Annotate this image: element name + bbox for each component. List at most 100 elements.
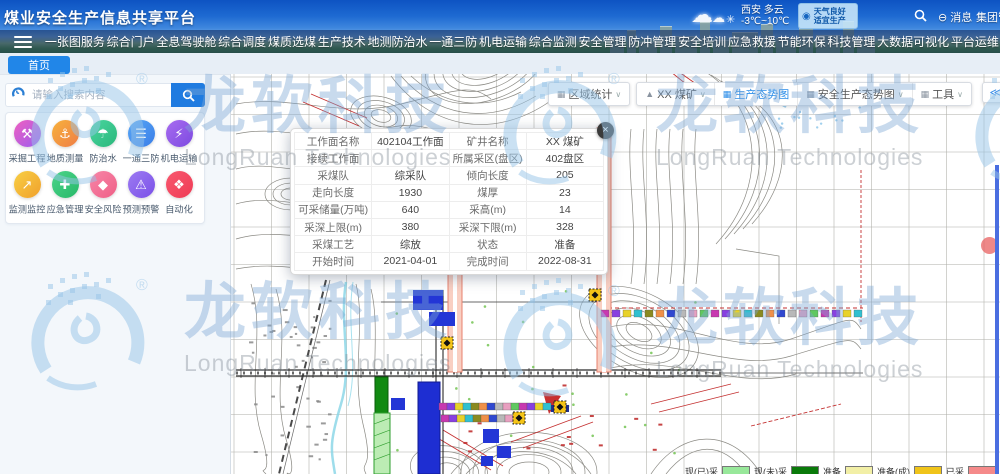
app-grid: ⚒采掘工程⚓ 地质测量☂防治水☰一通三防⚡机电运输 ↗ 监测监控 ✚ 应急管理◆安全风险⚠… [5,112,205,224]
app-5[interactable]: ⚡机电运输 [160,120,198,169]
app-label: 防治水 [89,151,117,165]
page-title: 煤业安全生产信息共享平台 [4,7,196,28]
cell-label: 所属采区(盘区) [449,150,526,167]
region-stats-button[interactable]: ▦ 区域统计 ∨ [549,83,629,105]
warning-icon: ⚠ [128,171,155,198]
anchor-icon: ⚓ [52,120,79,147]
tools-icon: ▦ [921,89,930,100]
header-search-button[interactable] [914,9,927,22]
cell-value: 23 [526,184,603,201]
cell-value: 14 [526,201,603,218]
close-icon[interactable]: × [597,122,614,139]
tab-bar: 首页 [0,53,1000,75]
weather-info: 西安 多云 -3℃~10℃ [741,5,789,27]
nav-item-16[interactable]: 科技管理 [827,33,875,50]
chart-icon: ↗ [14,171,41,198]
cell-label: 完成时间 [449,253,526,270]
chevron-down-icon: ∨ [898,90,904,99]
nav-item-8[interactable]: 一通三防 [429,33,477,50]
nav-item-10[interactable]: 综合监测 [529,33,577,50]
nav-item-12[interactable]: 防冲管理 [628,33,676,50]
app-6[interactable]: ↗ 监测监控 [8,171,46,220]
cell-label: 可采储量(万吨) [295,201,372,218]
cell-value: 2022-08-31 [526,253,603,270]
mine-selector[interactable]: ▲ XX 煤矿 ∨ [637,83,714,105]
search-icon [914,9,927,22]
table-row: 采深上限(m)380采深下限(m)328 [295,218,604,235]
app-label: 自动化 [165,202,193,216]
table-row: 采煤工艺综放状态准备 [295,236,604,253]
app-label: 地质测量 [47,151,84,165]
gem-icon: ◆ [90,171,117,198]
legend-label: 准备(成) [877,465,910,474]
app-7[interactable]: ✚ 应急管理 [46,171,84,220]
safety-map-button[interactable]: ▦ 安全生产态势图 ∨ [798,83,911,105]
nav-item-3[interactable]: 全息驾驶舱 [156,33,216,50]
app-2[interactable]: ⚓ 地质测量 [46,120,84,169]
cell-value: 640 [372,201,449,218]
admin-menu[interactable]: 集团管理员 [976,9,1000,25]
app-1[interactable]: ⚒采掘工程 [8,120,46,169]
nav-item-6[interactable]: 生产技术 [318,33,366,50]
legend-swatch [845,466,873,474]
nav-item-13[interactable]: 安全培训 [678,33,726,50]
hamburger-menu-icon[interactable] [14,33,32,51]
legend-label: 已采 [946,465,964,474]
search-icon [182,89,195,102]
nav-item-14[interactable]: 应急救援 [728,33,776,50]
app-3[interactable]: ☂防治水 [84,120,122,169]
double-chevron-left-icon: ≪ [989,87,1000,99]
nav-item-11[interactable]: 安全管理 [579,33,627,50]
cell-value: 380 [372,218,449,235]
cell-label: 矿井名称 [449,133,526,150]
nav-item-4[interactable]: 综合调度 [218,33,266,50]
tab-home[interactable]: 首页 [8,56,70,74]
table-row: 开始时间2021-04-01完成时间2022-08-31 [295,253,604,270]
nav-item-2[interactable]: 综合门户 [107,33,155,50]
messages-button[interactable]: ⊖ 消息 [938,9,972,25]
nav-item-9[interactable]: 机电运输 [479,33,527,50]
map-toolbar: ▦ 区域统计 ∨ ▲ XX 煤矿 ∨ ▦ 生产态势图 ▦ 安全生产态势图 ∨ [548,82,972,106]
app-8[interactable]: ◆安全风险 [84,171,122,220]
table-row: 接续工作面所属采区(盘区)402盘区 [295,150,604,167]
app-4[interactable]: ☰一通三防 [122,120,160,169]
app-9[interactable]: ⚠预测预警 [122,171,160,220]
map-icon: ▦ [723,89,732,100]
nav-item-7[interactable]: 地测防治水 [367,33,427,50]
logo-icon [11,85,26,105]
app-label: 机电运输 [161,151,198,165]
nav-item-5[interactable]: 煤质选煤 [268,33,316,50]
cell-value: 综采队 [372,167,449,184]
chevron-down-icon: ∨ [957,90,963,99]
app-label: 监测监控 [9,202,46,216]
cell-value: 328 [526,218,603,235]
cell-label: 走向长度 [295,184,372,201]
map-legend: 现(已)采现(未)采准备准备(成)已采 [685,465,996,474]
legend-swatch [791,466,819,474]
cell-label: 开始时间 [295,253,372,270]
nav-item-18[interactable]: 平台运维 [951,33,999,50]
main-nav: 一张图服务综合门户全息驾驶舱综合调度煤质选煤生产技术地测防治水一通三防机电运输综… [0,30,1000,53]
cell-value [372,150,449,167]
search-input[interactable] [30,88,171,102]
cell-label: 工作面名称 [295,133,372,150]
collapse-toolbar-button[interactable]: ≪ [982,82,1000,103]
tools-button[interactable]: ▦ 工具 ∨ [913,83,971,105]
production-map-button[interactable]: ▦ 生产态势图 [715,83,798,105]
first-aid-icon: ✚ [52,171,79,198]
app-10[interactable]: ❖ 自动化 [160,171,198,220]
pickaxe-icon: ⚒ [14,120,41,147]
region-stats-pill: ▦ 区域统计 ∨ [548,82,630,106]
cell-value: 综放 [372,236,449,253]
cell-label: 采深上限(m) [295,218,372,235]
legend-swatch [914,466,942,474]
search-button[interactable] [171,83,205,107]
vertical-scrollbar[interactable] [995,165,999,474]
nav-item-17[interactable]: 大数据可视化 [877,33,949,50]
message-icon: ⊖ [938,11,947,24]
cell-value: 402盘区 [526,150,603,167]
nav-item-1[interactable]: 一张图服务 [45,33,105,50]
gem-icon: ❖ [166,171,193,198]
app-label: 应急管理 [47,202,84,216]
nav-item-15[interactable]: 节能环保 [778,33,826,50]
